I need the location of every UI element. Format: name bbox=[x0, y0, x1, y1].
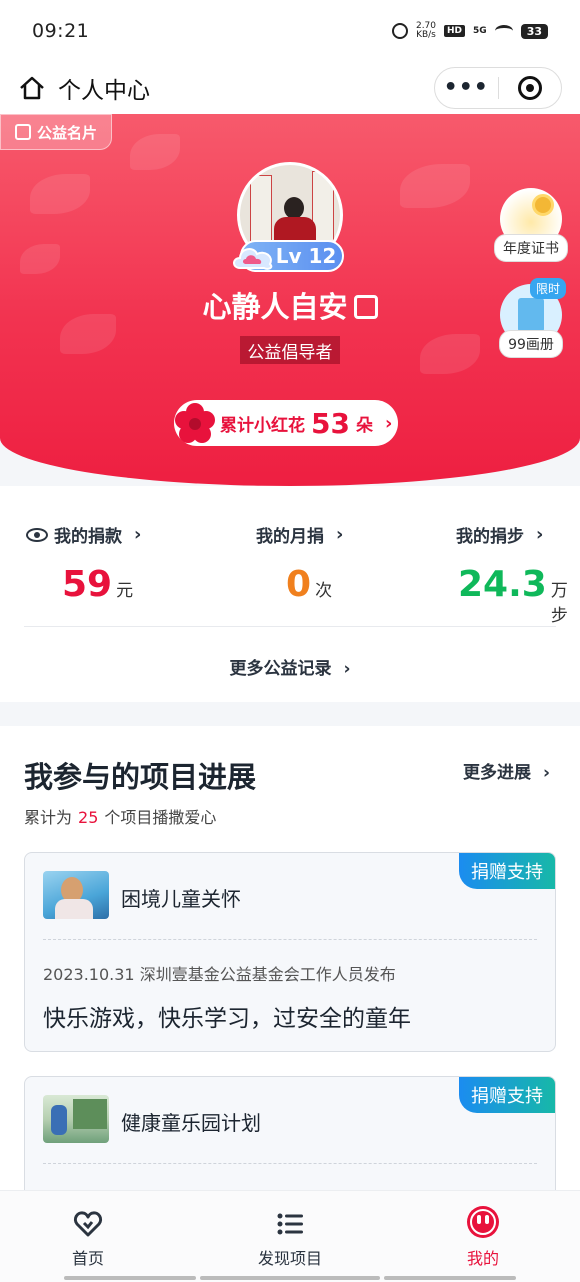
more-records-link[interactable]: 更多公益记录 › bbox=[0, 654, 580, 679]
smile-face-icon bbox=[467, 1206, 499, 1238]
flowers-prefix: 累计小红花 bbox=[220, 415, 305, 436]
net-speed: 2.70 KB/s bbox=[415, 21, 437, 40]
projects-title: 我参与的项目进展 bbox=[24, 760, 257, 794]
petal-decoration bbox=[400, 164, 470, 208]
donate-button[interactable]: 捐赠支持 bbox=[459, 1077, 555, 1113]
chevron-right-icon: › bbox=[343, 659, 351, 679]
projects-count: 25 bbox=[78, 808, 99, 827]
flowers-unit: 朵 bbox=[355, 415, 373, 436]
monthly-value: 0 次 bbox=[286, 564, 332, 605]
project-thumbnail bbox=[43, 871, 109, 919]
tab-mine[interactable]: 我的 bbox=[466, 1206, 500, 1269]
avatar-person-head bbox=[284, 197, 304, 219]
summary-suffix: 个项目播撒爱心 bbox=[104, 808, 217, 827]
monthly-count: 0 bbox=[286, 564, 312, 605]
signal-icon: 5G bbox=[473, 26, 487, 36]
target-icon bbox=[517, 76, 542, 100]
my-monthly-link[interactable]: 我的月捐 › bbox=[256, 522, 343, 547]
more-progress-label: 更多进展 bbox=[462, 763, 531, 783]
red-flower-icon bbox=[175, 403, 215, 443]
projects-summary: 累计为 25 个项目播撒爱心 bbox=[24, 804, 216, 828]
eye-icon[interactable] bbox=[26, 527, 48, 542]
chevron-right-icon: › bbox=[384, 412, 393, 434]
dashed-divider bbox=[43, 939, 537, 940]
hd-icon: HD bbox=[444, 25, 466, 37]
my-donations-link[interactable]: 我的捐款 › bbox=[26, 522, 141, 547]
steps-amount: 24.3 bbox=[458, 564, 547, 605]
status-time: 09:21 bbox=[32, 20, 90, 42]
petal-decoration bbox=[130, 134, 180, 170]
monthly-unit: 次 bbox=[315, 581, 333, 601]
divider bbox=[24, 626, 556, 627]
steps-unit: 万步 bbox=[550, 581, 568, 626]
project-name: 困境儿童关怀 bbox=[121, 887, 241, 911]
chevron-right-icon: › bbox=[536, 524, 544, 545]
donation-unit: 元 bbox=[116, 581, 134, 601]
album-label: 99画册 bbox=[499, 330, 563, 358]
chevron-right-icon: › bbox=[542, 763, 550, 783]
charity-card-button[interactable]: 公益名片 bbox=[0, 114, 113, 150]
tab-mine-label: 我的 bbox=[466, 1249, 499, 1268]
donation-amount: 59 bbox=[62, 564, 113, 605]
tab-home[interactable]: 首页 bbox=[72, 1209, 104, 1269]
more-menu-button[interactable]: ••• bbox=[435, 77, 498, 99]
heart-hands-icon bbox=[73, 1211, 103, 1237]
alarm-icon bbox=[391, 23, 408, 39]
gesture-bar bbox=[64, 1276, 196, 1280]
more-records-label: 更多公益记录 bbox=[229, 659, 332, 679]
donation-value: 59 元 bbox=[62, 564, 133, 605]
petal-decoration bbox=[30, 174, 90, 214]
project-name: 健康童乐园计划 bbox=[121, 1111, 261, 1135]
petal-decoration bbox=[420, 334, 480, 374]
steps-value: 24.3 万步 bbox=[458, 564, 580, 626]
tab-bar: 首页 发现项目 我的 bbox=[0, 1190, 580, 1282]
nickname-text: 心静人自安 bbox=[202, 290, 348, 324]
chevron-right-icon: › bbox=[134, 524, 142, 545]
stats-card: 我的捐款 › 我的月捐 › 我的捐步 › 59 元 0 次 24.3 万步 更多… bbox=[0, 486, 580, 702]
list-icon bbox=[277, 1213, 303, 1235]
my-steps-link[interactable]: 我的捐步 › bbox=[456, 522, 543, 547]
battery-icon: 33 bbox=[520, 23, 548, 39]
wifi-icon bbox=[494, 25, 513, 37]
tab-discover[interactable]: 发现项目 bbox=[258, 1209, 322, 1269]
limited-badge: 限时 bbox=[529, 278, 566, 299]
project-update-text: 快乐游戏，快乐学习，过安全的童年 bbox=[43, 1006, 411, 1032]
annual-certificate-label: 年度证书 bbox=[494, 234, 568, 262]
edit-name-icon[interactable] bbox=[353, 295, 378, 319]
cloud-icon bbox=[233, 248, 273, 270]
system-icons: 2.70 KB/s HD 5G 33 bbox=[391, 21, 548, 40]
flowers-count: 53 bbox=[311, 406, 350, 440]
project-update-meta: 2023.10.31 深圳壹基金公益基金会工作人员发布 bbox=[43, 965, 396, 984]
my-monthly-label: 我的月捐 bbox=[256, 527, 324, 547]
more-progress-link[interactable]: 更多进展 › bbox=[463, 758, 550, 783]
tab-discover-label: 发现项目 bbox=[258, 1249, 323, 1268]
status-bar: 09:21 2.70 KB/s HD 5G 33 bbox=[0, 0, 580, 62]
gesture-bar bbox=[200, 1276, 380, 1280]
annual-certificate-button[interactable]: 年度证书 bbox=[494, 188, 568, 262]
donate-button[interactable]: 捐赠支持 bbox=[459, 853, 555, 889]
charity-card-label: 公益名片 bbox=[37, 123, 98, 142]
nickname[interactable]: 心静人自安 bbox=[0, 284, 580, 326]
project-thumbnail bbox=[43, 1095, 109, 1143]
nav-bar: 个人中心 ••• bbox=[0, 62, 580, 114]
my-steps-label: 我的捐步 bbox=[456, 527, 524, 547]
tab-home-label: 首页 bbox=[72, 1249, 105, 1268]
edit-icon bbox=[15, 124, 31, 140]
gesture-bar bbox=[384, 1276, 516, 1280]
project-card[interactable]: 困境儿童关怀 捐赠支持 2023.10.31 深圳壹基金公益基金会工作人员发布 … bbox=[24, 852, 556, 1052]
home-icon[interactable] bbox=[18, 74, 46, 102]
summary-prefix: 累计为 bbox=[24, 808, 73, 827]
mini-program-capsule: ••• bbox=[434, 67, 562, 109]
close-program-button[interactable] bbox=[499, 76, 562, 100]
dashed-divider bbox=[43, 1163, 537, 1164]
album-button[interactable]: 限时 99画册 bbox=[494, 278, 568, 358]
projects-section: 我参与的项目进展 更多进展 › 累计为 25 个项目播撒爱心 困境儿童关怀 捐赠支持 … bbox=[0, 726, 580, 1216]
page-title: 个人中心 bbox=[58, 78, 150, 104]
role-badge: 公益倡导者 bbox=[240, 336, 340, 364]
my-donations-label: 我的捐款 bbox=[54, 527, 122, 547]
profile-hero: 公益名片 Lv 12 心静人自安 公益倡导者 累计小红花 53 朵 › 年度证书… bbox=[0, 114, 580, 486]
petal-decoration bbox=[20, 244, 60, 274]
chevron-right-icon: › bbox=[336, 524, 344, 545]
